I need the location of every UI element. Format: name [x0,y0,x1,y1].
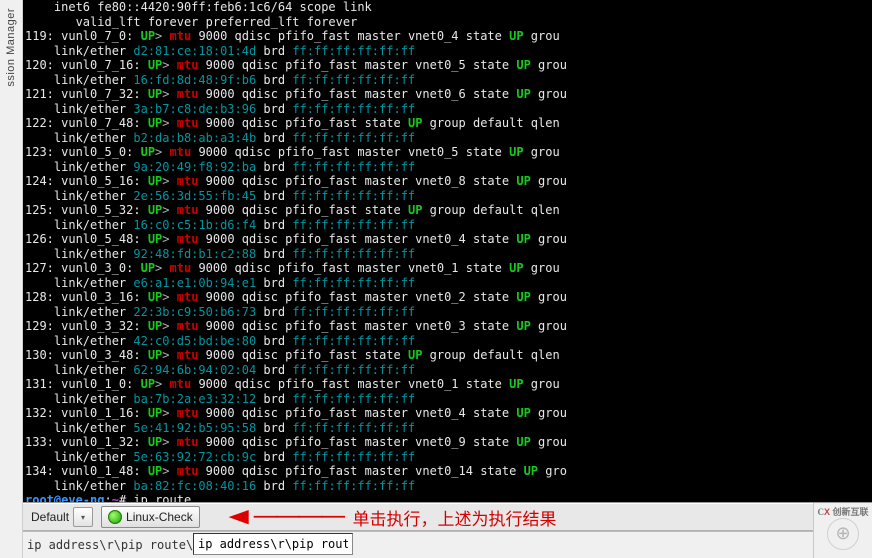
gutter-label: ssion Manager [5,8,17,87]
default-label: Default [31,510,69,524]
route-input[interactable] [193,533,353,555]
watermark: CX 创新互联 ⊕ [813,503,872,558]
linux-check-button[interactable]: Linux-Check [101,506,200,528]
status-dot-icon [108,510,122,524]
toolbar: Default ▾ Linux-Check ◄──── 单击执行，上述为执行结果 [23,503,872,531]
session-manager-gutter[interactable]: ssion Manager [0,0,23,558]
terminal-output[interactable]: inet6 fe80::4420:90ff:feb6:1c6/64 scope … [23,0,872,503]
arrow-icon: ◄──── [222,505,343,529]
command-input-bar: ip address\r\pip route\r [23,531,814,558]
btn-label: Linux-Check [126,510,193,524]
watermark-icon: ⊕ [827,518,859,550]
default-dropdown[interactable]: ▾ [73,507,93,527]
annotation-text: 单击执行，上述为执行结果 [353,505,557,530]
route-text: ip address\r\pip route\r [27,538,200,552]
